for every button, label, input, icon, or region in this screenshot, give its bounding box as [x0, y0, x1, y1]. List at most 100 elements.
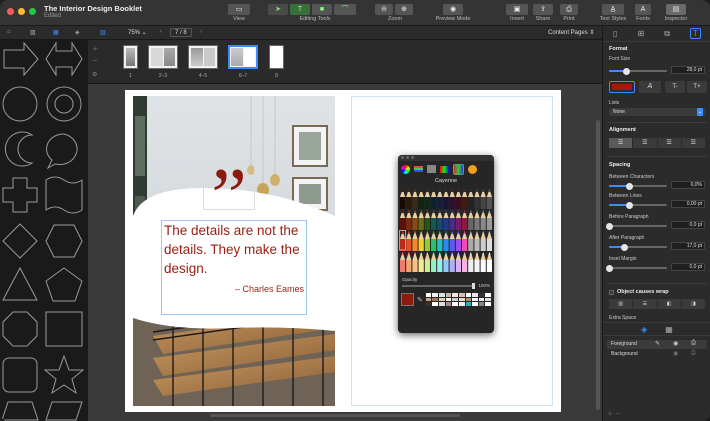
add-page-icon[interactable]: ＋ [92, 44, 102, 53]
layers-stack-icon[interactable]: ◈ [641, 325, 647, 334]
document-tab-icon[interactable]: ▯ [613, 29, 617, 38]
printer-icon[interactable]: ⎙ [691, 350, 696, 357]
between-lines-slider[interactable] [609, 201, 667, 209]
spread-view-icon[interactable]: ▥ [100, 29, 106, 36]
shape-tool-button[interactable]: ■ [312, 4, 332, 15]
saved-swatch[interactable] [465, 297, 472, 302]
page-left[interactable]: ” The details are not the details. They … [125, 90, 343, 412]
saved-swatch[interactable] [485, 302, 491, 306]
previous-page-button[interactable]: ‹ [160, 29, 162, 35]
after-paragraph-slider[interactable] [609, 243, 667, 251]
layers-icon[interactable]: ◈ [75, 29, 80, 36]
image-palettes-icon[interactable] [440, 165, 449, 173]
pencil-icon[interactable]: ✎ [655, 340, 660, 347]
thumbnail-page-6-7[interactable] [228, 45, 258, 69]
current-color-swatch[interactable] [401, 293, 414, 306]
saved-swatch[interactable] [458, 297, 465, 302]
saved-swatch[interactable] [465, 302, 472, 306]
align-center-button[interactable]: ☰ [633, 138, 657, 148]
vertical-scrollbar[interactable] [596, 120, 600, 410]
pencil-grid[interactable] [398, 187, 494, 275]
opacity-slider[interactable] [402, 282, 476, 289]
lists-popup[interactable]: None ⌄ [609, 108, 705, 116]
remove-page-icon[interactable]: － [92, 56, 102, 65]
layout-tab-icon[interactable]: ⊞ [638, 29, 645, 38]
font-style-button[interactable]: A [639, 81, 661, 93]
align-right-button[interactable]: ☰ [657, 138, 681, 148]
insert-button[interactable]: ▣ [506, 4, 528, 15]
saved-swatch[interactable] [472, 293, 478, 297]
saved-swatch[interactable] [478, 302, 485, 306]
font-size-field[interactable]: 28,0 pt [671, 66, 705, 74]
next-page-button[interactable]: › [200, 29, 202, 35]
saved-swatch[interactable] [458, 302, 465, 306]
saved-swatch[interactable] [465, 293, 472, 297]
slider-knob[interactable] [626, 182, 634, 190]
between-characters-slider[interactable] [609, 182, 667, 190]
pencils-icon[interactable] [453, 163, 464, 175]
saved-swatch[interactable] [452, 302, 458, 306]
pointer-tool-button[interactable]: ➤ [268, 4, 288, 15]
saved-swatch[interactable] [452, 297, 458, 302]
horizontal-scrollbar[interactable] [210, 414, 460, 417]
view-button[interactable]: ▭ [228, 4, 250, 15]
thumbnail-page-2-3[interactable] [148, 45, 178, 69]
page-indicator[interactable]: 7 / 8 [170, 28, 192, 37]
saved-swatch[interactable] [432, 302, 439, 306]
wrap-around-button[interactable]: ▥ [609, 299, 633, 309]
wrap-checkbox[interactable] [609, 290, 614, 295]
slider-knob[interactable] [606, 264, 613, 272]
saved-swatch[interactable] [432, 293, 439, 297]
slider-knob[interactable] [626, 201, 634, 209]
palettes-icon[interactable] [427, 165, 436, 173]
saved-swatch[interactable] [452, 293, 458, 297]
wrap-left-button[interactable]: ◧ [657, 299, 681, 309]
zoom-popup[interactable]: 75% ⌄ [128, 29, 147, 36]
grid-icon[interactable]: ▦ [665, 325, 673, 334]
close-colors-button[interactable] [401, 156, 404, 159]
zoom-in-button[interactable]: ⊕ [395, 4, 413, 15]
saved-swatch[interactable] [439, 302, 445, 306]
saved-swatch[interactable] [458, 293, 465, 297]
saved-swatch[interactable] [432, 297, 439, 302]
saved-swatch[interactable] [425, 302, 432, 306]
quote-mark-frame[interactable]: ” [203, 157, 255, 237]
saved-swatch[interactable] [445, 293, 452, 297]
layer-row-foreground[interactable]: Foreground ✎ ◉ ⎙ [607, 340, 707, 349]
pages-icon[interactable]: ▦ [53, 29, 59, 36]
inset-margin-field[interactable]: 0,0 pt [671, 263, 705, 271]
saved-swatches[interactable] [425, 293, 491, 306]
eye-icon[interactable]: ◉ [673, 340, 678, 347]
wrap-above-below-button[interactable]: ☰ [633, 299, 657, 309]
align-left-button[interactable]: ☰ [609, 138, 633, 148]
slider-knob[interactable] [620, 243, 628, 251]
wrap-right-button[interactable]: ◨ [681, 299, 705, 309]
saved-swatch[interactable] [445, 297, 452, 302]
between-characters-field[interactable]: 0,0% [671, 181, 705, 189]
thumbnail-page-8[interactable] [269, 45, 284, 69]
printer-icon[interactable]: ⎙ [691, 340, 696, 347]
content-pages-popup[interactable]: Content Pages ⇕ [548, 29, 594, 36]
color-wheel-icon[interactable] [401, 164, 410, 174]
inset-margin-slider[interactable] [606, 264, 667, 272]
arrange-tab-icon[interactable]: ⧉ [664, 29, 670, 39]
saved-swatch[interactable] [439, 293, 445, 297]
text-color-well[interactable] [609, 81, 635, 93]
line-tool-button[interactable]: ⌒ [334, 4, 356, 15]
slider-knob[interactable] [606, 222, 613, 230]
saved-swatch[interactable] [485, 293, 491, 297]
text-tool-button[interactable]: T [290, 4, 310, 15]
saved-swatch[interactable] [439, 297, 445, 302]
saved-swatch[interactable] [472, 302, 478, 306]
align-justify-button[interactable]: ☰ [681, 138, 705, 148]
quote-text-box[interactable]: The details are not the details. They ma… [161, 220, 307, 315]
sliders-icon[interactable] [414, 166, 423, 172]
fonts-button[interactable]: A [635, 4, 651, 15]
eye-icon[interactable]: ◉ [673, 350, 678, 357]
saved-swatch[interactable] [478, 297, 485, 302]
share-button[interactable]: ⇪ [533, 4, 553, 15]
settings-gear-icon[interactable]: ⚙ [92, 71, 102, 78]
saved-swatch[interactable] [485, 297, 491, 302]
zoom-out-button[interactable]: ⊖ [375, 4, 393, 15]
image-icon[interactable]: ▨ [30, 29, 36, 36]
